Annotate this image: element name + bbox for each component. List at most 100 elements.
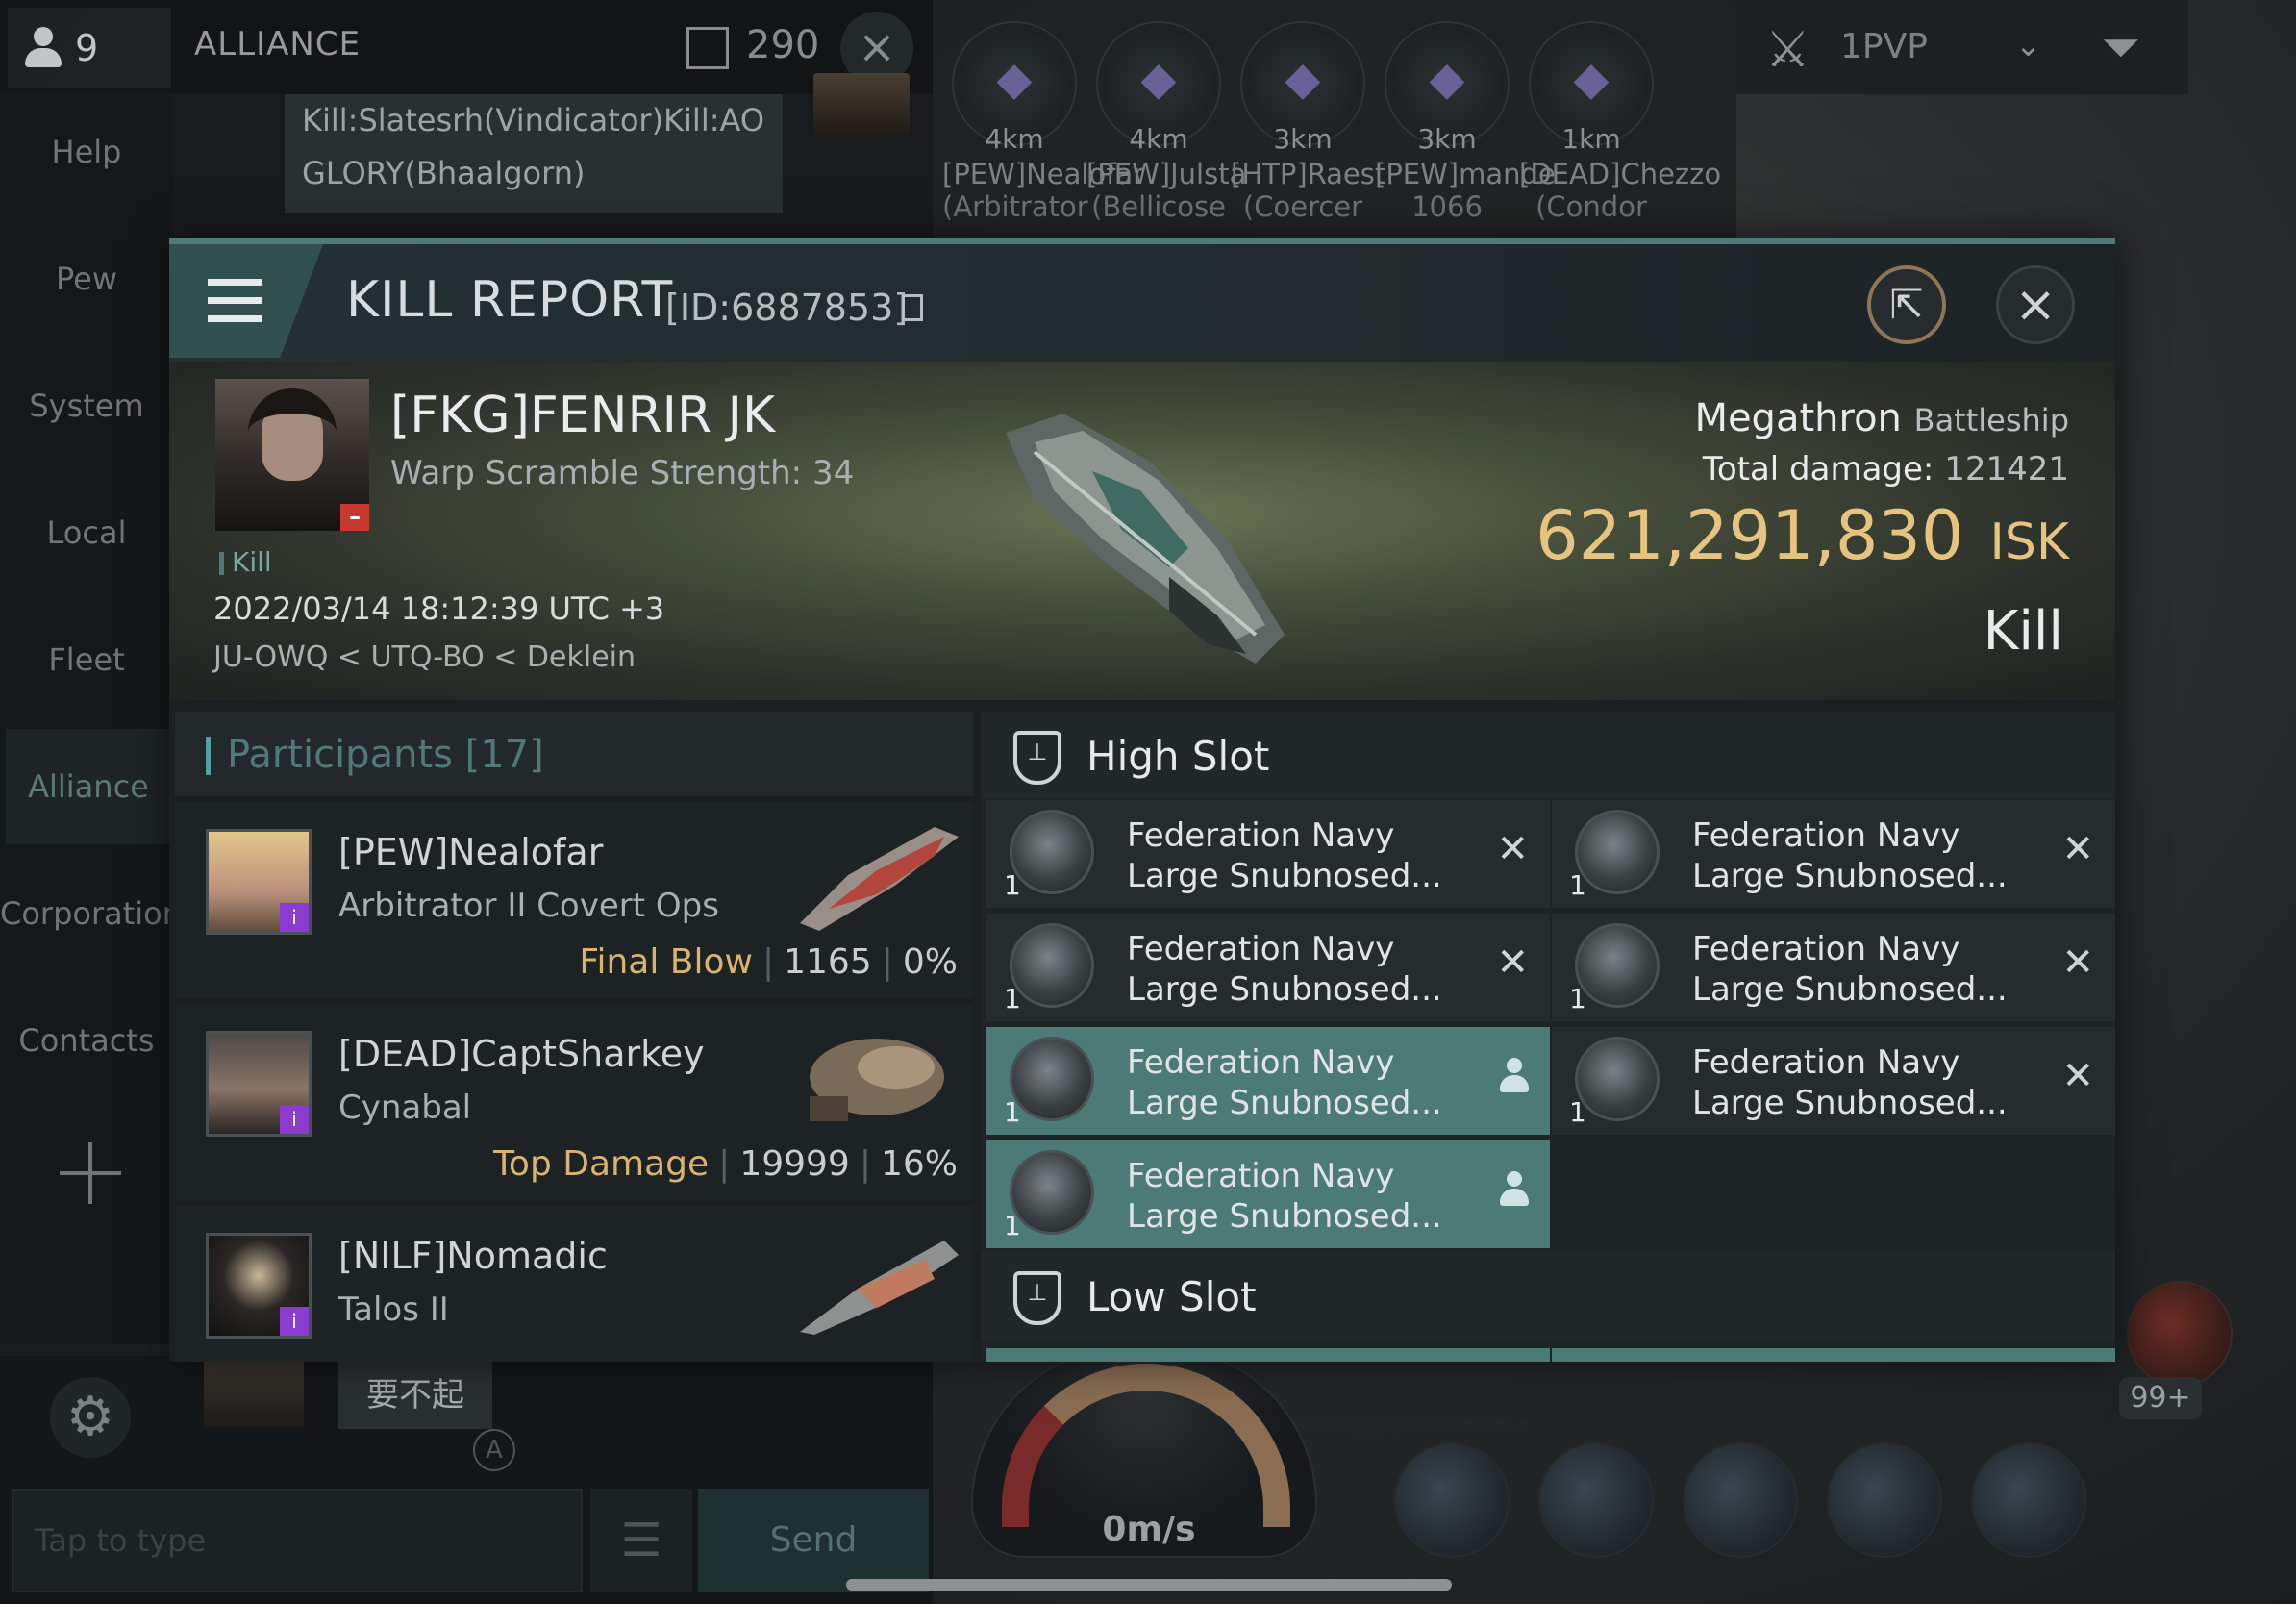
module-quantity: 1	[1004, 1210, 1021, 1241]
destroyed-x-icon: ✕	[2061, 827, 2094, 871]
kill-result: Kill	[1983, 600, 2063, 663]
module-item[interactable]: 1 Federation Navy Large Snubnosed... ✕	[986, 800, 1550, 908]
participant-row[interactable]: i [DEAD]CaptSharkey Cynabal Top Damage | 1…	[175, 1004, 973, 1200]
nav-item-system[interactable]: System	[0, 348, 173, 464]
isk-unit: ISK	[1989, 514, 2069, 571]
nav-item-corporation[interactable]: Corporation	[0, 856, 182, 971]
fitting-panel: High Slot 1 Federation NavyLarge Snubnos…	[981, 712, 2115, 1362]
module-item[interactable]: 1 Federation Navy Large Snubnosed... ✕	[1552, 1027, 2115, 1135]
close-button[interactable]: ×	[1996, 265, 2075, 344]
module-name-line2: Large Snubnosed...	[1127, 1197, 1442, 1236]
overview-target[interactable]: 4km [PEW]Nealofar (Arbitrator	[942, 21, 1145, 223]
overview-target[interactable]: 4km [PEW]Julsta (Bellicose	[1086, 21, 1246, 223]
close-icon: ×	[2014, 276, 2057, 334]
kill-id: [ID:6887853]	[665, 287, 909, 329]
target-ship: (Bellicose	[1091, 190, 1226, 223]
destroyed-x-icon: ✕	[2061, 940, 2094, 985]
module-name-line2: Large Snubnosed...	[1692, 970, 2008, 1009]
target-ship: 1066	[1411, 190, 1483, 223]
nav-item-alliance[interactable]: Alliance	[6, 729, 171, 844]
nav-item-contacts[interactable]: Contacts	[0, 983, 173, 1098]
overview-target[interactable]: 1km [DEAD]Chezzo (Condor	[1519, 21, 1721, 223]
kill-location: JU-OWQ < UTQ-BO < Deklein	[213, 640, 636, 674]
target-distance: 4km	[985, 123, 1044, 155]
participant-percent: 0%	[902, 942, 958, 982]
destroyed-x-icon: ✕	[2061, 1054, 2094, 1098]
module-name: Federation Navy Large Snubnosed...	[1127, 815, 1442, 896]
nav-item-fleet[interactable]: Fleet	[0, 602, 173, 717]
ship-icon: 3km	[1240, 21, 1365, 155]
module-button[interactable]	[1538, 1442, 1654, 1558]
radar-icon[interactable]	[2127, 1281, 2233, 1387]
member-count[interactable]: 9	[8, 8, 171, 88]
modal-title: KILL REPORT	[346, 271, 674, 329]
channel-count: 290	[746, 23, 820, 67]
total-damage-value: 121421	[1944, 450, 2069, 489]
module-quantity: 1	[1569, 1096, 1586, 1128]
destroyed-x-icon: ✕	[1496, 940, 1529, 985]
participant-name: [DEAD]CaptSharkey	[338, 1033, 705, 1075]
low-slot-module-partial[interactable]	[1552, 1348, 2115, 1362]
victim-subtitle: Warp Scramble Strength: 34	[390, 454, 855, 492]
chat-header: 9 ALLIANCE 290 ×	[0, 0, 933, 94]
low-slot-module-partial[interactable]	[986, 1348, 1550, 1362]
ship-class: Battleship	[1913, 402, 2069, 439]
ship-icon: 1km	[1529, 21, 1654, 155]
participant-name: [NILF]Nomadic	[338, 1235, 608, 1277]
menu-icon[interactable]: ☰	[590, 1489, 692, 1592]
ship-image	[800, 1241, 959, 1335]
module-item[interactable]: 1 Federation Navy Large Snubnosed... ✕	[1552, 800, 2115, 908]
module-name: Federation Navy Large Snubnosed...	[1692, 929, 2008, 1010]
module-quantity: 1	[1569, 983, 1586, 1015]
gear-icon[interactable]: ⚙	[50, 1377, 131, 1458]
module-item-dropped[interactable]: 1 Federation Navy Large Snubnosed...	[986, 1140, 1550, 1248]
chevron-down-icon[interactable]: ⌄	[2015, 27, 2041, 63]
module-quantity: 1	[1569, 869, 1586, 901]
filter-funnel-icon[interactable]: ⏷	[2102, 19, 2140, 76]
add-channel-icon[interactable]	[60, 1142, 121, 1204]
ship-icon: 4km	[952, 21, 1077, 155]
avatar[interactable]	[204, 1356, 304, 1427]
module-name: Federation Navy Large Snubnosed...	[1127, 1156, 1442, 1237]
ship-render	[1006, 414, 1285, 664]
module-item-dropped[interactable]: 1 Federation Navy Large Snubnosed...	[986, 1027, 1550, 1135]
channel-title: ALLIANCE	[194, 25, 362, 63]
module-button[interactable]	[1394, 1442, 1510, 1558]
crossed-swords-icon: ⚔	[1765, 21, 1810, 79]
module-item[interactable]: 1 Federation Navy Large Snubnosed... ✕	[1552, 914, 2115, 1021]
isk-value: 621,291,830	[1535, 496, 1964, 575]
turret-icon	[1010, 1150, 1094, 1235]
nav-item-pew[interactable]: Pew	[0, 221, 173, 337]
nav-item-help[interactable]: Help	[0, 94, 173, 210]
participant-row[interactable]: i [NILF]Nomadic Talos II	[175, 1206, 973, 1362]
module-quantity: 1	[1004, 983, 1021, 1015]
menu-button[interactable]	[169, 244, 323, 358]
participant-stats: Final Blow | 1165 | 0%	[579, 942, 958, 982]
module-button[interactable]	[1827, 1442, 1942, 1558]
participant-ship: Talos II	[338, 1291, 449, 1329]
nav-item-local[interactable]: Local	[0, 475, 173, 590]
target-name: [PEW]Nealofar	[942, 158, 1145, 190]
module-button[interactable]	[1683, 1442, 1798, 1558]
module-name: Federation Navy Large Snubnosed...	[1692, 1042, 2008, 1123]
copy-icon[interactable]	[902, 294, 923, 321]
participant-row[interactable]: i [PEW]Nealofar Arbitrator II Covert Ops…	[175, 802, 973, 998]
home-indicator[interactable]	[846, 1579, 1452, 1591]
person-icon	[25, 27, 62, 69]
module-name-line2: Large Snubnosed...	[1127, 1084, 1442, 1122]
overview-target[interactable]: 3km [HTP]Raest (Coercer	[1231, 21, 1385, 223]
avatar[interactable]	[813, 73, 910, 138]
module-name-line1: Federation Navy	[1692, 816, 1960, 855]
overview-target[interactable]: 3km [PEW]mande 1066	[1375, 21, 1556, 223]
module-name: Federation Navy Large Snubnosed...	[1127, 1042, 1442, 1123]
high-slot-title: High Slot	[1086, 733, 1270, 780]
module-item[interactable]: 1 Federation Navy Large Snubnosed... ✕	[986, 914, 1550, 1021]
share-button[interactable]: ⇱	[1867, 265, 1946, 344]
module-button[interactable]	[1971, 1442, 2086, 1558]
module-name: Federation Navy Large Snubnosed...	[1692, 815, 2008, 896]
module-name-line2: Large Snubnosed...	[1692, 1084, 2008, 1122]
chat-input[interactable]: Tap to type	[12, 1489, 583, 1592]
module-name-line2: Large Snubnosed...	[1692, 857, 2008, 895]
send-button[interactable]: Send	[698, 1489, 929, 1592]
victim-banner: – [FKG]FENRIR JK Warp Scramble Strength:…	[169, 362, 2115, 700]
